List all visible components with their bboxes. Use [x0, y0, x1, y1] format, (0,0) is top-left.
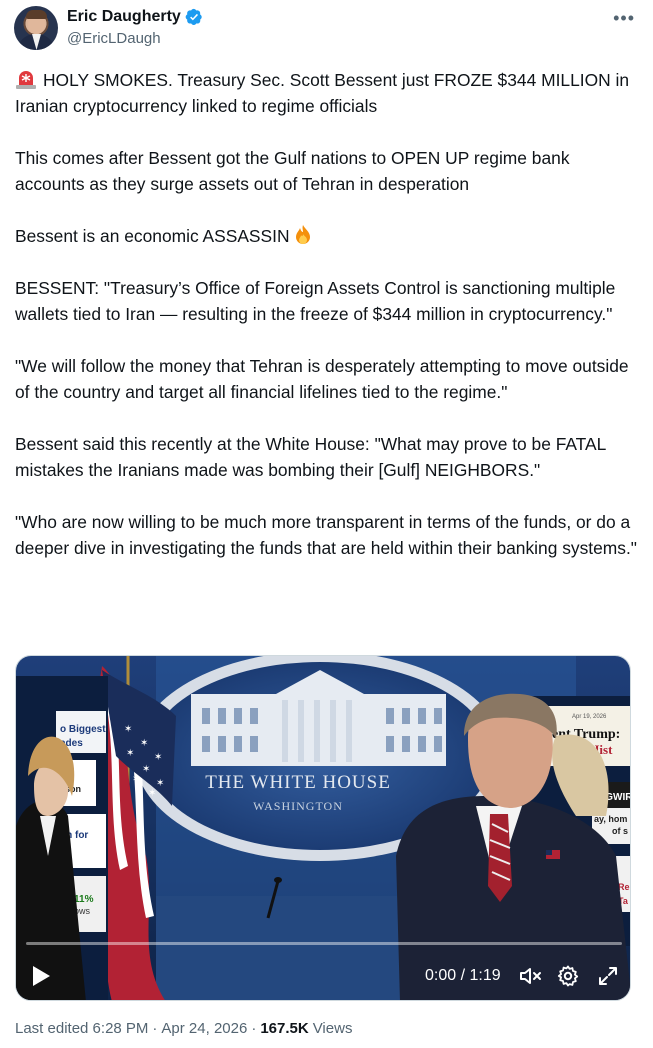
tweet-text: HOLY SMOKES. Treasury Sec. Scott Bessent… — [15, 67, 640, 561]
video-frame: THE WHITE HOUSE WASHINGTON ✶✶✶ ✶✶✶ ✶✶ o … — [16, 656, 630, 1000]
tweet-paragraph: This comes after Bessent got the Gulf na… — [15, 148, 575, 194]
views-label: Views — [312, 1020, 353, 1037]
tweet-paragraph: HOLY SMOKES. Treasury Sec. Scott Bessent… — [15, 70, 634, 116]
meta-separator: · — [251, 1020, 257, 1037]
video-controls: 0:00 / 1:19 — [16, 956, 630, 996]
video-time: 0:00 / 1:19 — [425, 967, 501, 984]
right-panel-text-2: Apr 19, 2026 — [572, 714, 607, 720]
verified-badge-icon — [185, 8, 202, 26]
seal-title: THE WHITE HOUSE — [205, 772, 391, 793]
right-panel-text-7: of s — [612, 826, 628, 836]
svg-text:✶: ✶ — [132, 774, 140, 785]
tweet-paragraph: BESSENT: "Treasury’s Office of Foreign A… — [15, 278, 621, 324]
svg-text:✶: ✶ — [154, 752, 162, 763]
seal-subtitle: WASHINGTON — [253, 799, 343, 813]
tweet-meta: Last edited 6:28 PM · Apr 24, 2026 · 167… — [15, 1020, 352, 1037]
tweet-paragraph: "Who are now willing to be much more tra… — [15, 512, 637, 558]
svg-text:✶: ✶ — [126, 748, 134, 759]
more-options-icon[interactable]: ••• — [613, 8, 635, 29]
edited-timestamp[interactable]: Last edited 6:28 PM — [15, 1020, 148, 1037]
fire-emoji-icon — [295, 225, 310, 244]
gear-icon[interactable] — [556, 964, 580, 988]
svg-text:✶: ✶ — [140, 738, 148, 749]
video-progress-bar[interactable] — [26, 942, 622, 945]
author-display-name[interactable]: Eric Daugherty — [67, 8, 181, 26]
siren-emoji-icon — [16, 71, 36, 89]
svg-text:✶: ✶ — [124, 724, 132, 735]
tweet-paragraph: Bessent is an economic ASSASSIN — [15, 223, 640, 249]
video-player[interactable]: THE WHITE HOUSE WASHINGTON ✶ ✶ ✶ ✶ ✶ ✶ ✶ ✶ o … — [15, 655, 631, 1001]
views-count[interactable]: 167.5K — [260, 1020, 308, 1037]
tweet-paragraph: Bessent said this recently at the White … — [15, 434, 611, 480]
play-icon[interactable] — [30, 964, 52, 988]
fullscreen-icon[interactable] — [596, 964, 620, 988]
svg-text:✶: ✶ — [156, 778, 164, 789]
tweet-header: Eric Daugherty @EricLDaugh ••• — [14, 6, 639, 52]
author-name-row[interactable]: Eric Daugherty — [67, 8, 203, 26]
tweet-date[interactable]: Apr 24, 2026 — [161, 1020, 247, 1037]
muted-speaker-icon[interactable] — [518, 964, 542, 988]
meta-separator: · — [152, 1020, 158, 1037]
author-handle[interactable]: @EricLDaugh — [67, 30, 161, 47]
svg-text:✶: ✶ — [142, 764, 150, 775]
tweet-paragraph: "We will follow the money that Tehran is… — [15, 356, 634, 402]
avatar[interactable] — [14, 6, 58, 50]
left-panel-text-5: 11% — [74, 894, 94, 905]
svg-text:✶: ✶ — [148, 788, 156, 799]
left-panel-text-1: o Biggest — [60, 724, 106, 735]
